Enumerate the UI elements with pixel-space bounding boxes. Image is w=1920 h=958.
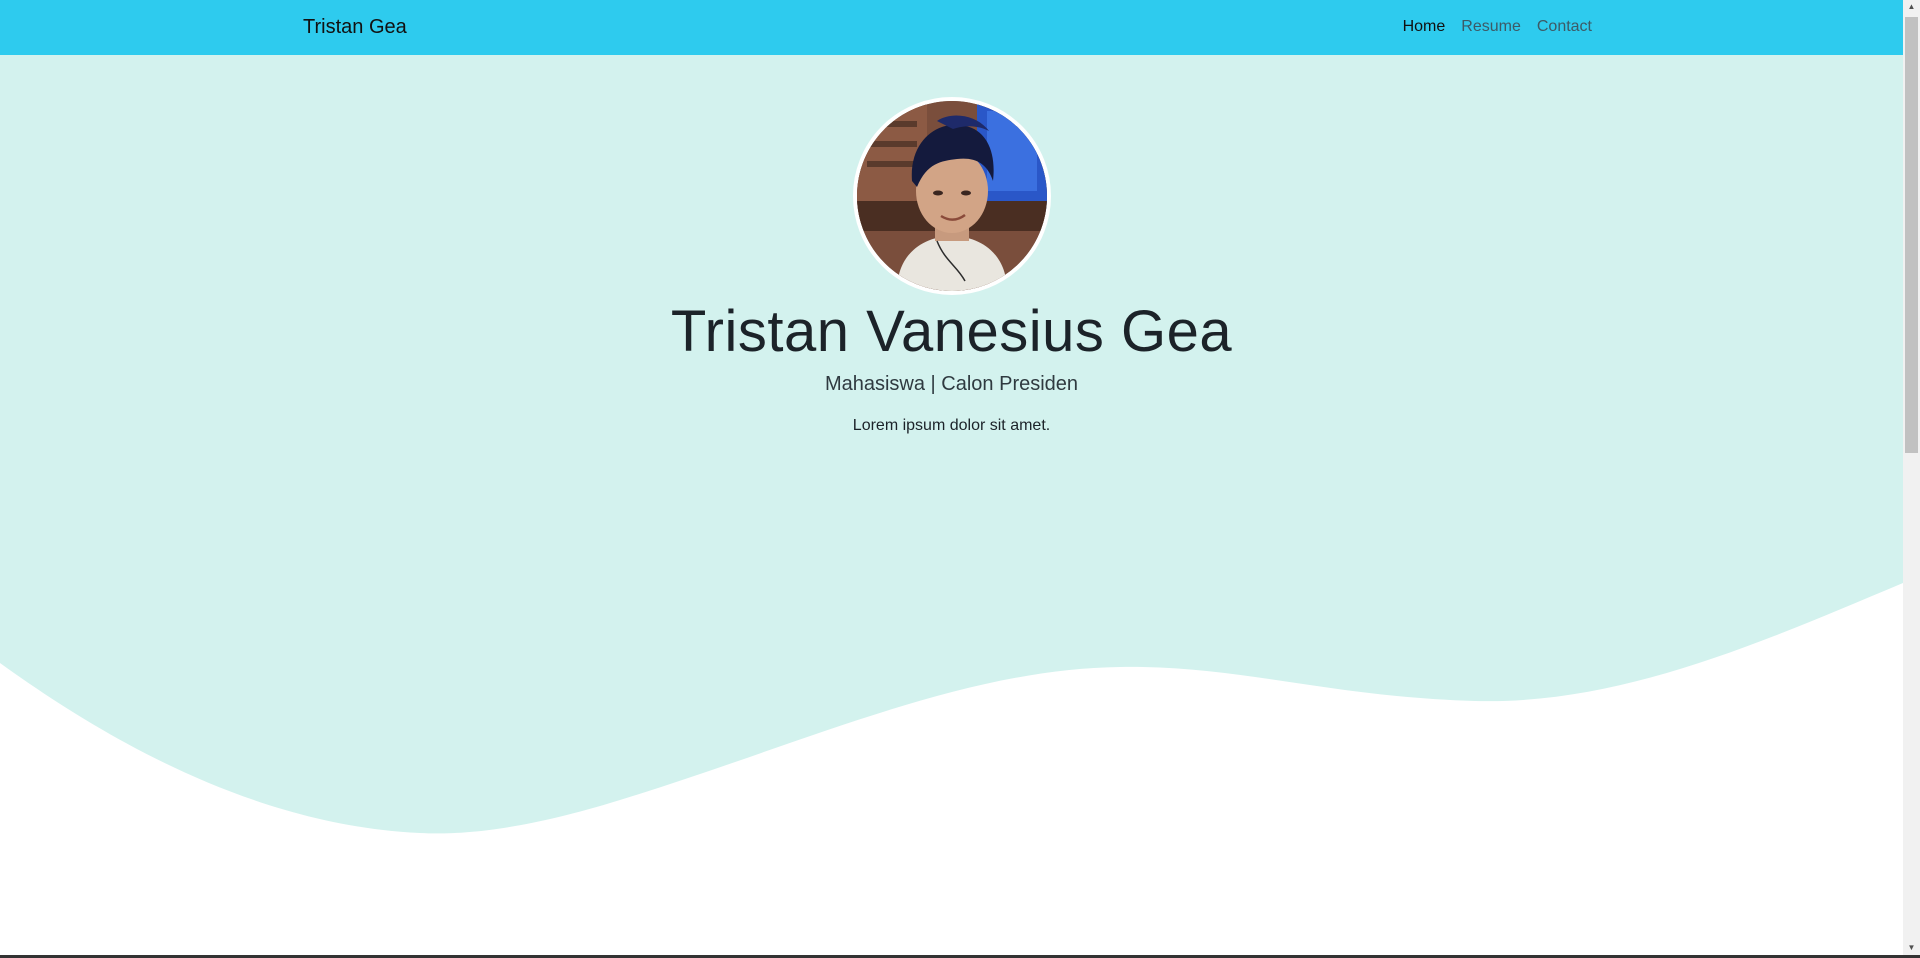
hero-name: Tristan Vanesius Gea xyxy=(670,299,1233,364)
navbar: Tristan Gea Home Resume Contact xyxy=(0,0,1903,55)
page: Tristan Gea Home Resume Contact Tristan … xyxy=(0,0,1903,955)
nav-links: Home Resume Contact xyxy=(1403,17,1592,37)
nav-link-home[interactable]: Home xyxy=(1403,17,1446,37)
profile-photo xyxy=(857,101,1047,291)
hero-subtitle: Mahasiswa | Calon Presiden xyxy=(824,373,1079,395)
scroll-down-arrow-icon[interactable]: ▼ xyxy=(1905,941,1918,955)
scrollbar-thumb[interactable] xyxy=(1905,17,1918,453)
nav-link-contact[interactable]: Contact xyxy=(1537,17,1592,37)
scroll-up-arrow-icon[interactable]: ▲ xyxy=(1905,0,1918,14)
profile-avatar xyxy=(853,97,1051,295)
nav-link-resume[interactable]: Resume xyxy=(1461,17,1521,37)
hero-section: Tristan Vanesius Gea Mahasiswa | Calon P… xyxy=(0,55,1903,955)
navbar-brand[interactable]: Tristan Gea xyxy=(303,15,407,40)
hero-tagline: Lorem ipsum dolor sit amet. xyxy=(852,417,1051,434)
